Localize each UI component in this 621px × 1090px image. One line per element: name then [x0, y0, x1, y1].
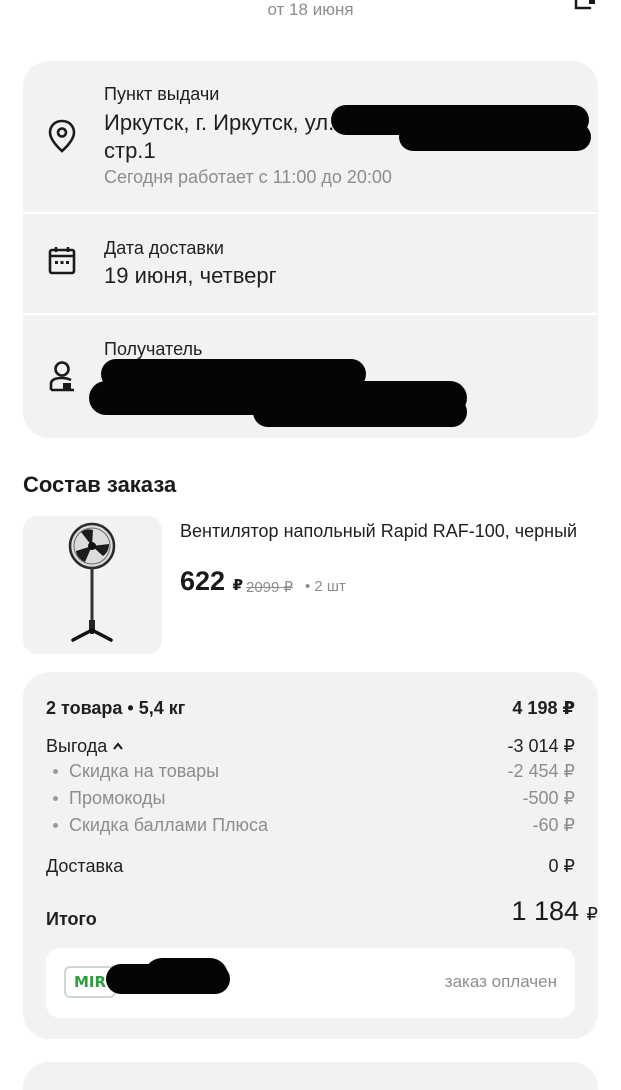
redaction-mark — [253, 397, 467, 427]
delivery-date-row: Дата доставки 19 июня, четверг — [23, 214, 598, 313]
discount-value: -500 ₽ — [522, 788, 575, 808]
delivery-cost-value: 0 ₽ — [548, 856, 575, 876]
product-price: 622 ₽ — [180, 566, 243, 597]
bullet — [53, 796, 58, 801]
product-old-price: 2099 ₽ — [246, 579, 294, 596]
order-summary-card: 2 товара • 5,4 кг 4 198 ₽ Выгода -3 014 … — [23, 672, 598, 1039]
benefit-toggle[interactable]: Выгода — [46, 736, 124, 757]
bullet — [53, 769, 58, 774]
payment-status: заказ оплачен — [444, 972, 557, 991]
redaction-mark — [144, 958, 228, 994]
delivery-info-card: Пункт выдачи Иркутск, г. Иркутск, ул. ст… — [23, 61, 598, 438]
pickup-point-row[interactable]: Пункт выдачи Иркутск, г. Иркутск, ул. ст… — [23, 61, 598, 212]
product-price-currency: ₽ — [232, 577, 244, 594]
total-amount: 1 184 — [511, 896, 580, 926]
order-date-subtitle: от 18 июня — [267, 0, 354, 19]
product-price-value: 622 — [180, 566, 226, 596]
bullet — [53, 823, 58, 828]
pickup-hours: Сегодня работает с 11:00 до 20:00 — [104, 167, 392, 187]
payment-method[interactable]: MIR •••• заказ оплачен — [46, 948, 575, 1018]
location-pin-icon — [48, 119, 76, 153]
pickup-address-line1: Иркутск, г. Иркутск, ул. — [104, 110, 335, 135]
fan-image — [68, 522, 116, 642]
redaction-mark — [399, 123, 591, 151]
pickup-address-line2: стр.1 — [104, 138, 156, 163]
discount-label: Скидка на товары — [69, 761, 220, 781]
discount-value: -60 ₽ — [532, 815, 575, 835]
discount-label: Промокоды — [69, 788, 166, 808]
recipient-icon — [49, 361, 74, 392]
chevron-up-icon — [113, 742, 124, 750]
recipient-label: Получатель — [104, 339, 203, 359]
delivery-cost-label: Доставка — [46, 856, 124, 876]
receipt-icon[interactable] — [573, 0, 597, 10]
product-quantity: • 2 шт — [305, 578, 346, 595]
items-total: 4 198 ₽ — [512, 698, 575, 718]
product-name[interactable]: Вентилятор напольный Rapid RAF-100, черн… — [180, 519, 580, 543]
items-count-weight: 2 товара • 5,4 кг — [46, 698, 186, 718]
pickup-label: Пункт выдачи — [104, 84, 220, 104]
recipient-row[interactable]: Получатель — [23, 315, 598, 438]
top-bar: от 18 июня — [0, 0, 621, 30]
discount-value: -2 454 ₽ — [507, 761, 576, 781]
order-contents-title: Состав заказа — [23, 472, 177, 497]
delivery-date-value: 19 июня, четверг — [104, 263, 277, 288]
total-label: Итого — [46, 909, 97, 929]
delivery-date-label: Дата доставки — [104, 238, 224, 258]
next-card — [23, 1062, 598, 1090]
benefit-value: -3 014 ₽ — [507, 736, 576, 756]
benefit-label: Выгода — [46, 736, 108, 756]
total-currency: ₽ — [586, 904, 598, 924]
calendar-icon — [48, 247, 76, 275]
discount-label: Скидка баллами Плюса — [69, 815, 269, 835]
total-value: 1 184 ₽ — [511, 896, 598, 927]
product-image[interactable] — [23, 516, 162, 654]
